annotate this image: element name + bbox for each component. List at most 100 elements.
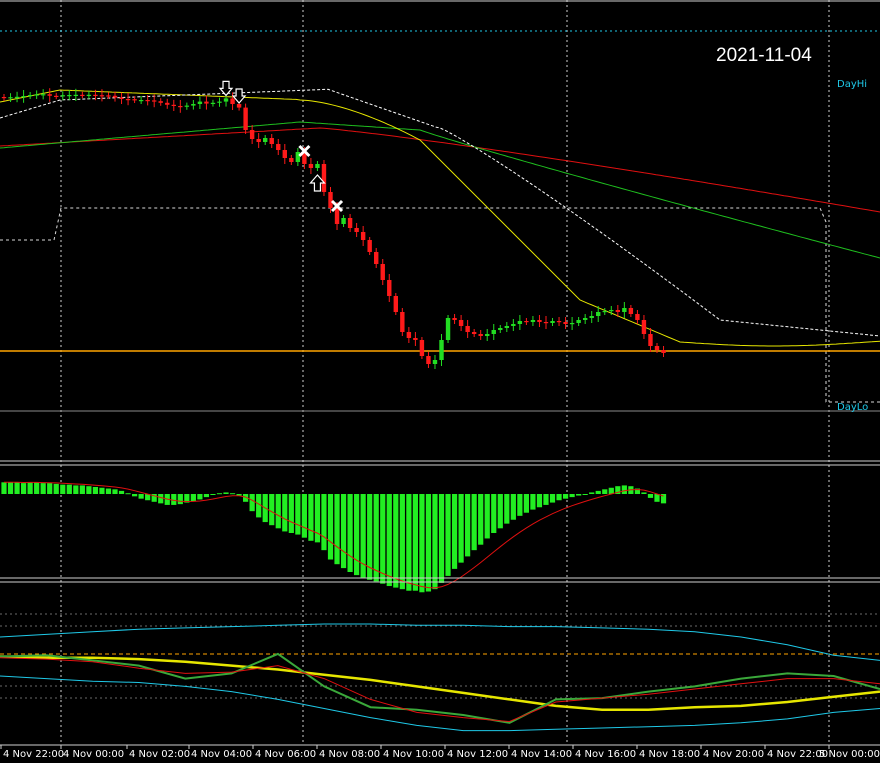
down-arrow-icon (218, 80, 234, 97)
histogram-bar (1, 482, 7, 494)
histogram-bar (66, 484, 72, 494)
histogram-bar (27, 482, 33, 494)
histogram-bar (321, 494, 327, 551)
panel-separators (0, 0, 880, 746)
histogram-bar (569, 494, 575, 498)
bull-candle (86, 94, 92, 96)
bull-candle (263, 138, 268, 142)
histogram-bar (203, 494, 210, 498)
histogram-bar (105, 488, 112, 494)
histogram-bar (432, 494, 438, 590)
histogram-bar (412, 494, 418, 591)
bear-candle (125, 99, 131, 101)
bull-candle (485, 334, 490, 336)
bear-candle (328, 192, 333, 208)
bull-candle (517, 321, 523, 324)
bull-candle (609, 310, 614, 312)
histogram-bar (425, 494, 432, 592)
histogram-bar (523, 494, 529, 513)
histogram-bar (549, 494, 556, 503)
grid-lines (0, 0, 830, 749)
bull-candle (197, 101, 203, 104)
bull-candle (191, 104, 196, 106)
x-axis-tick-label: 4 Nov 10:00 (383, 749, 445, 760)
histogram-bar (47, 483, 53, 494)
day-low-label: DayLo (837, 402, 869, 413)
bear-candle (648, 334, 653, 346)
moving-average-lines (0, 88, 880, 347)
histogram-bar (86, 486, 92, 494)
histogram-bar (334, 494, 340, 565)
histogram-bar (589, 492, 595, 494)
histogram-bar (190, 494, 196, 502)
histogram-bar (458, 494, 464, 563)
bull-candle (223, 98, 229, 102)
bear-candle (615, 310, 621, 312)
bull-candle (67, 95, 72, 97)
histogram-bar (138, 494, 144, 499)
oscillator-histogram (1, 481, 667, 593)
bear-candle (380, 264, 385, 280)
bull-candle (576, 320, 581, 323)
bear-candle (347, 218, 353, 228)
oscillator-cyan-upper-line (0, 623, 880, 661)
x-axis-tick-label: 4 Nov 06:00 (255, 749, 317, 760)
bull-candle (184, 105, 190, 107)
bear-candle (354, 228, 359, 232)
bull-candle (210, 102, 216, 104)
histogram-bar (125, 493, 131, 495)
histogram-bar (510, 494, 516, 520)
histogram-bar (530, 494, 536, 510)
bull-candle (295, 152, 301, 162)
histogram-bar (393, 494, 399, 588)
histogram-bar (79, 485, 85, 494)
bear-candle (249, 130, 255, 139)
bear-candle (256, 139, 261, 142)
x-axis-tick-label: 4 Nov 16:00 (575, 749, 637, 760)
bear-candle (171, 104, 176, 106)
histogram-bar (621, 485, 627, 494)
x-axis-tick-label: 4 Nov 14:00 (511, 749, 573, 760)
bull-candle (34, 94, 39, 96)
histogram-bar (386, 494, 392, 587)
x-axis-tick-label: 5 Nov 00:00 (818, 749, 880, 760)
bear-candle (654, 346, 660, 350)
bear-candle (308, 164, 314, 168)
bull-candle (445, 318, 451, 340)
bear-candle (628, 308, 634, 314)
histogram-bar (53, 483, 59, 494)
bear-candle (387, 280, 392, 296)
candlestick-series (1, 88, 666, 369)
bear-candle (635, 314, 640, 320)
x-axis-tick-label: 4 Nov 18:00 (639, 749, 701, 760)
bear-candle (243, 107, 248, 130)
bear-candle (1, 97, 7, 99)
histogram-bar (451, 494, 458, 569)
histogram-bar (478, 494, 484, 545)
down-arrow-icon (231, 88, 247, 104)
histogram-bar (373, 494, 379, 582)
histogram-bar (34, 482, 40, 494)
bear-candle (151, 100, 157, 102)
bear-candle (360, 232, 366, 240)
histogram-bar (288, 494, 294, 533)
histogram-bar (327, 494, 334, 560)
bear-candle (465, 326, 470, 332)
histogram-bar (60, 484, 66, 494)
histogram-bar (210, 494, 216, 495)
histogram-bar (282, 494, 288, 532)
chart-date-label: 2021-11-04 (716, 45, 812, 66)
histogram-bar (536, 494, 543, 508)
histogram-bar (73, 485, 79, 494)
bear-candle (478, 334, 483, 336)
histogram-bar (582, 494, 588, 495)
bull-candle (596, 312, 601, 316)
bear-candle (112, 95, 118, 98)
histogram-bar (308, 494, 314, 541)
histogram-bar (595, 490, 601, 494)
bear-candle (321, 164, 327, 192)
histogram-bar (465, 494, 471, 557)
x-axis-tick-label: 4 Nov 08:00 (319, 749, 381, 760)
yellow-moving-average (0, 89, 880, 347)
histogram-bar (602, 489, 608, 494)
